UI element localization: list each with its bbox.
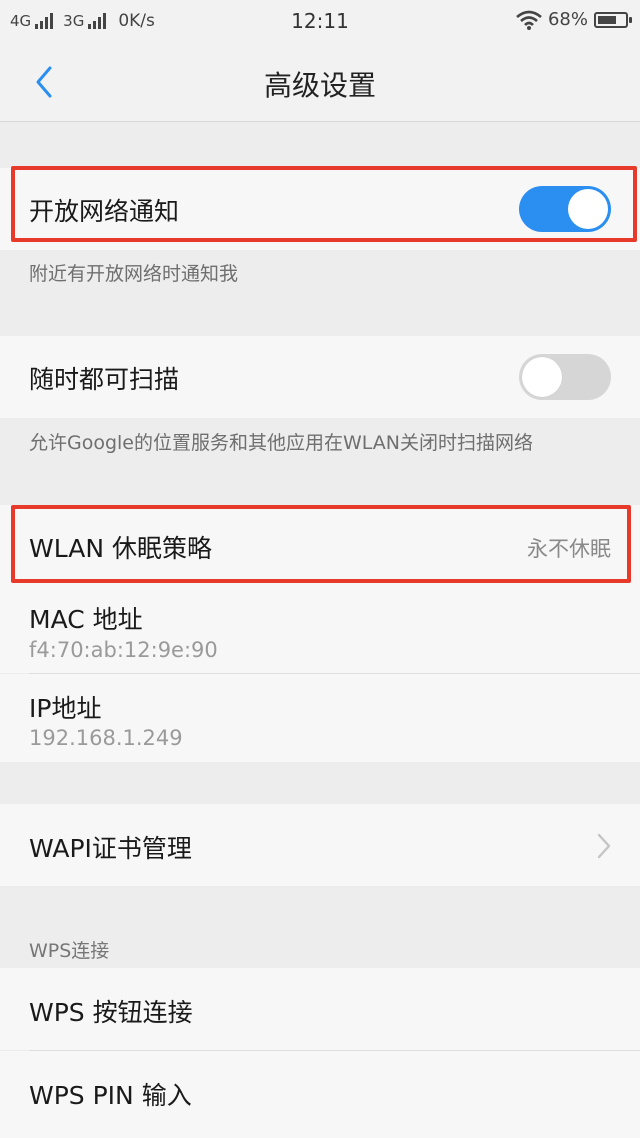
info-value: 192.168.1.249 [29, 726, 183, 750]
highlight-box [11, 505, 631, 583]
setting-label: 随时都可扫描 [29, 365, 180, 394]
status-right: 68% [516, 9, 632, 30]
wifi-icon [516, 10, 542, 30]
setting-hint: 附近有开放网络时通知我 [29, 263, 239, 285]
setting-wps-button[interactable]: WPS 按钮连接 [0, 968, 640, 1050]
info-mac-address: MAC 地址 f4:70:ab:12:9e:90 [0, 585, 640, 673]
info-value: f4:70:ab:12:9e:90 [29, 638, 218, 662]
info-label: IP地址 [29, 694, 102, 723]
setting-wps-pin[interactable]: WPS PIN 输入 [0, 1051, 640, 1138]
status-bar: 4G 3G 0K/s 12:11 68% [0, 0, 640, 42]
highlight-box [11, 166, 637, 242]
info-ip-address: IP地址 192.168.1.249 [0, 674, 640, 762]
setting-scan-always[interactable]: 随时都可扫描 [0, 336, 640, 418]
setting-wapi-cert[interactable]: WAPI证书管理 [0, 804, 640, 886]
nav-bar: 高级设置 [0, 42, 640, 122]
toggle-knob [522, 357, 562, 397]
battery-percent: 68% [547, 9, 588, 30]
page-title: 高级设置 [263, 69, 376, 102]
section-header-wps: WPS连接 [29, 940, 110, 962]
setting-label: WPS 按钮连接 [29, 998, 193, 1027]
info-label: MAC 地址 [29, 605, 143, 634]
chevron-right-icon [597, 833, 611, 859]
setting-label: WPS PIN 输入 [29, 1081, 192, 1110]
scan-always-toggle[interactable] [519, 354, 611, 400]
setting-hint: 允许Google的位置服务和其他应用在WLAN关闭时扫描网络 [29, 432, 534, 454]
battery-level [598, 15, 616, 24]
setting-label: WAPI证书管理 [29, 834, 192, 863]
battery-icon [594, 11, 632, 28]
